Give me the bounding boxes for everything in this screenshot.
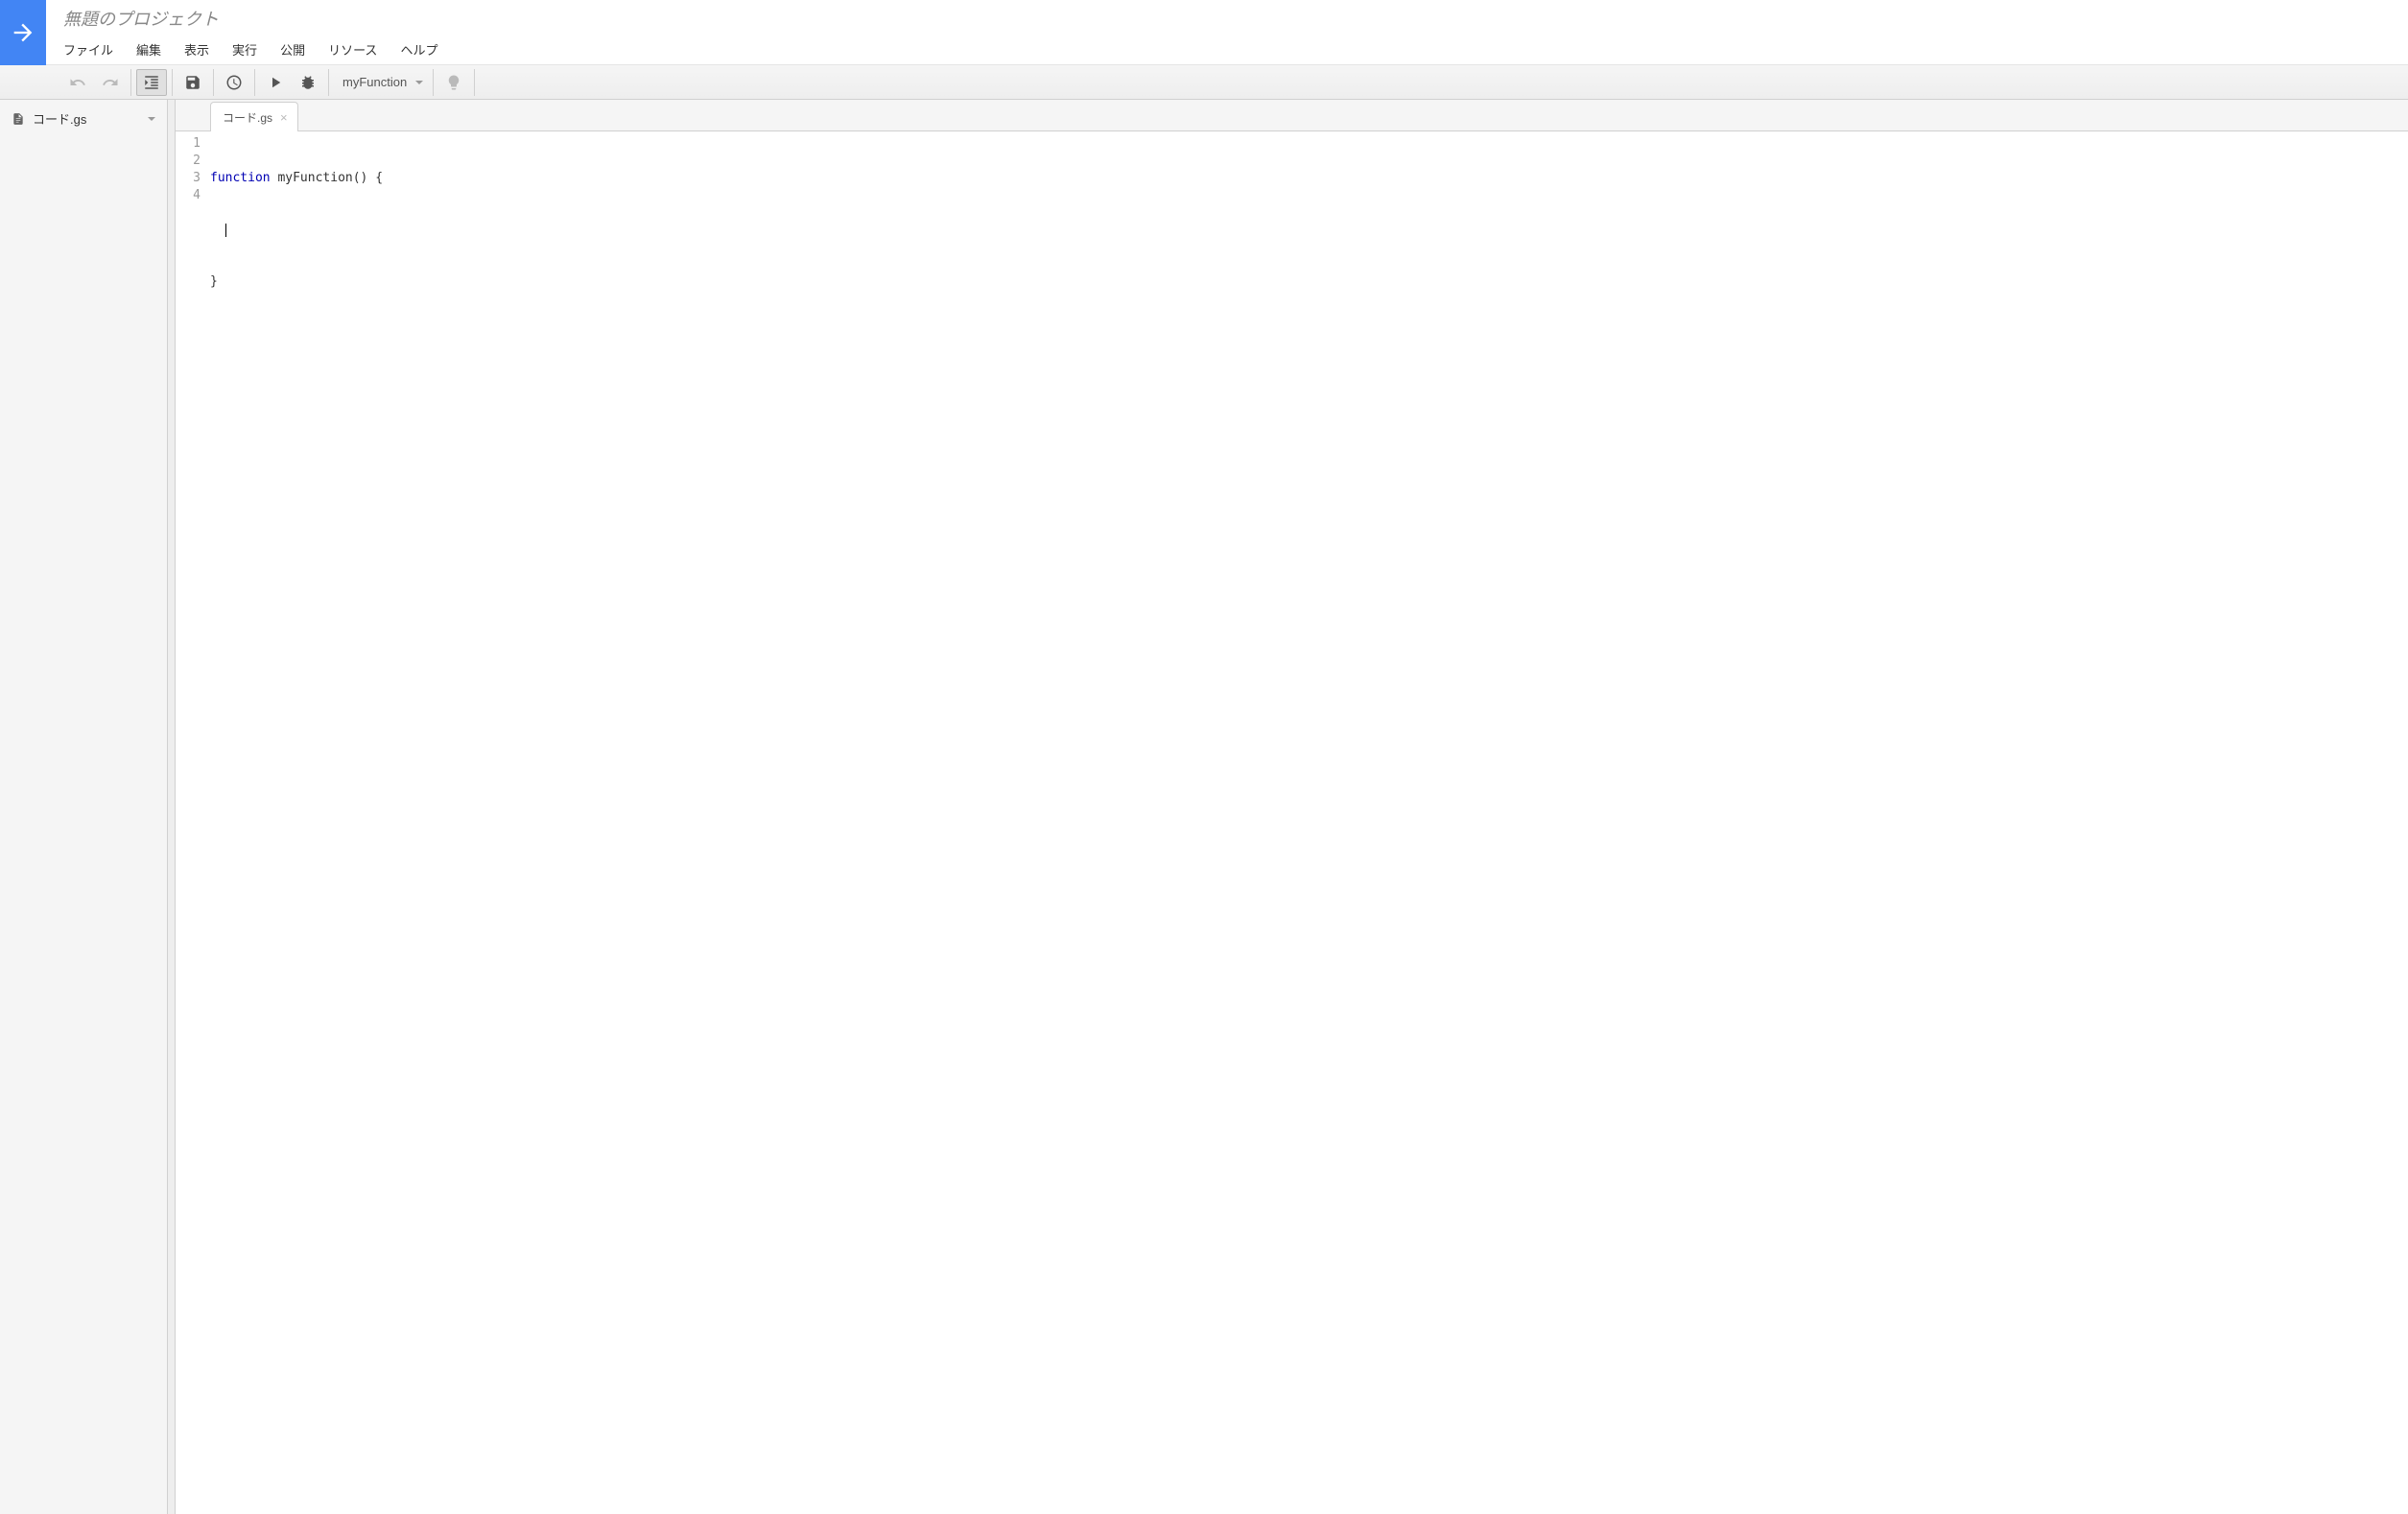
function-selector-label: myFunction: [342, 75, 407, 89]
save-icon: [184, 74, 201, 91]
editor-tab-label: コード.gs: [223, 109, 272, 126]
menu-help[interactable]: ヘルプ: [400, 36, 447, 62]
code-content[interactable]: function myFunction() { }: [210, 135, 2408, 1514]
header-content: 無題のプロジェクト ファイル 編集 表示 実行 公開 リソース ヘルプ: [46, 0, 460, 64]
toolbar-separator: [213, 69, 214, 96]
debug-button[interactable]: [293, 69, 323, 96]
chevron-down-icon: [415, 81, 423, 84]
menu-file[interactable]: ファイル: [63, 36, 123, 62]
header: 無題のプロジェクト ファイル 編集 表示 実行 公開 リソース ヘルプ: [0, 0, 2408, 65]
indent-button[interactable]: [136, 69, 167, 96]
toolbar: myFunction: [0, 65, 2408, 100]
hint-button[interactable]: [438, 69, 469, 96]
editor-area: コード.gs × 1 2 3 4 function myFunction() {…: [176, 100, 2408, 1514]
menu-view[interactable]: 表示: [184, 36, 219, 62]
run-button[interactable]: [260, 69, 291, 96]
indent-icon: [143, 74, 160, 91]
undo-icon: [69, 74, 86, 91]
menu-resources[interactable]: リソース: [328, 36, 387, 62]
menu-publish[interactable]: 公開: [280, 36, 315, 62]
clock-icon: [225, 74, 243, 91]
play-icon: [267, 74, 284, 91]
menu-bar: ファイル 編集 表示 実行 公開 リソース ヘルプ: [63, 36, 460, 62]
app-logo[interactable]: [0, 0, 46, 65]
toolbar-separator: [254, 69, 255, 96]
sidebar-file-label: コード.gs: [33, 109, 86, 128]
sidebar-file-item[interactable]: コード.gs: [0, 100, 167, 137]
line-numbers: 1 2 3 4: [176, 135, 210, 1514]
bug-icon: [299, 74, 317, 91]
menu-run[interactable]: 実行: [232, 36, 267, 62]
redo-button[interactable]: [95, 69, 126, 96]
text-cursor: [225, 224, 226, 237]
editor-tab[interactable]: コード.gs ×: [210, 102, 298, 131]
gutter-strip[interactable]: [168, 100, 176, 1514]
redo-icon: [102, 74, 119, 91]
function-selector[interactable]: myFunction: [333, 69, 429, 96]
undo-button[interactable]: [62, 69, 93, 96]
toolbar-separator: [172, 69, 173, 96]
file-icon: [12, 112, 25, 126]
arrow-right-icon: [10, 19, 36, 46]
toolbar-separator: [328, 69, 329, 96]
close-icon[interactable]: ×: [280, 110, 288, 125]
toolbar-separator: [130, 69, 131, 96]
sidebar: コード.gs: [0, 100, 168, 1514]
toolbar-separator: [474, 69, 475, 96]
main-area: コード.gs コード.gs × 1 2 3 4 function myFunct…: [0, 100, 2408, 1514]
project-title[interactable]: 無題のプロジェクト: [63, 6, 460, 31]
menu-edit[interactable]: 編集: [136, 36, 171, 62]
triggers-button[interactable]: [219, 69, 249, 96]
toolbar-separator: [433, 69, 434, 96]
save-button[interactable]: [177, 69, 208, 96]
code-editor[interactable]: 1 2 3 4 function myFunction() { }: [176, 131, 2408, 1514]
editor-tabs: コード.gs ×: [176, 100, 2408, 131]
lightbulb-icon: [445, 74, 462, 91]
chevron-down-icon: [148, 117, 155, 121]
